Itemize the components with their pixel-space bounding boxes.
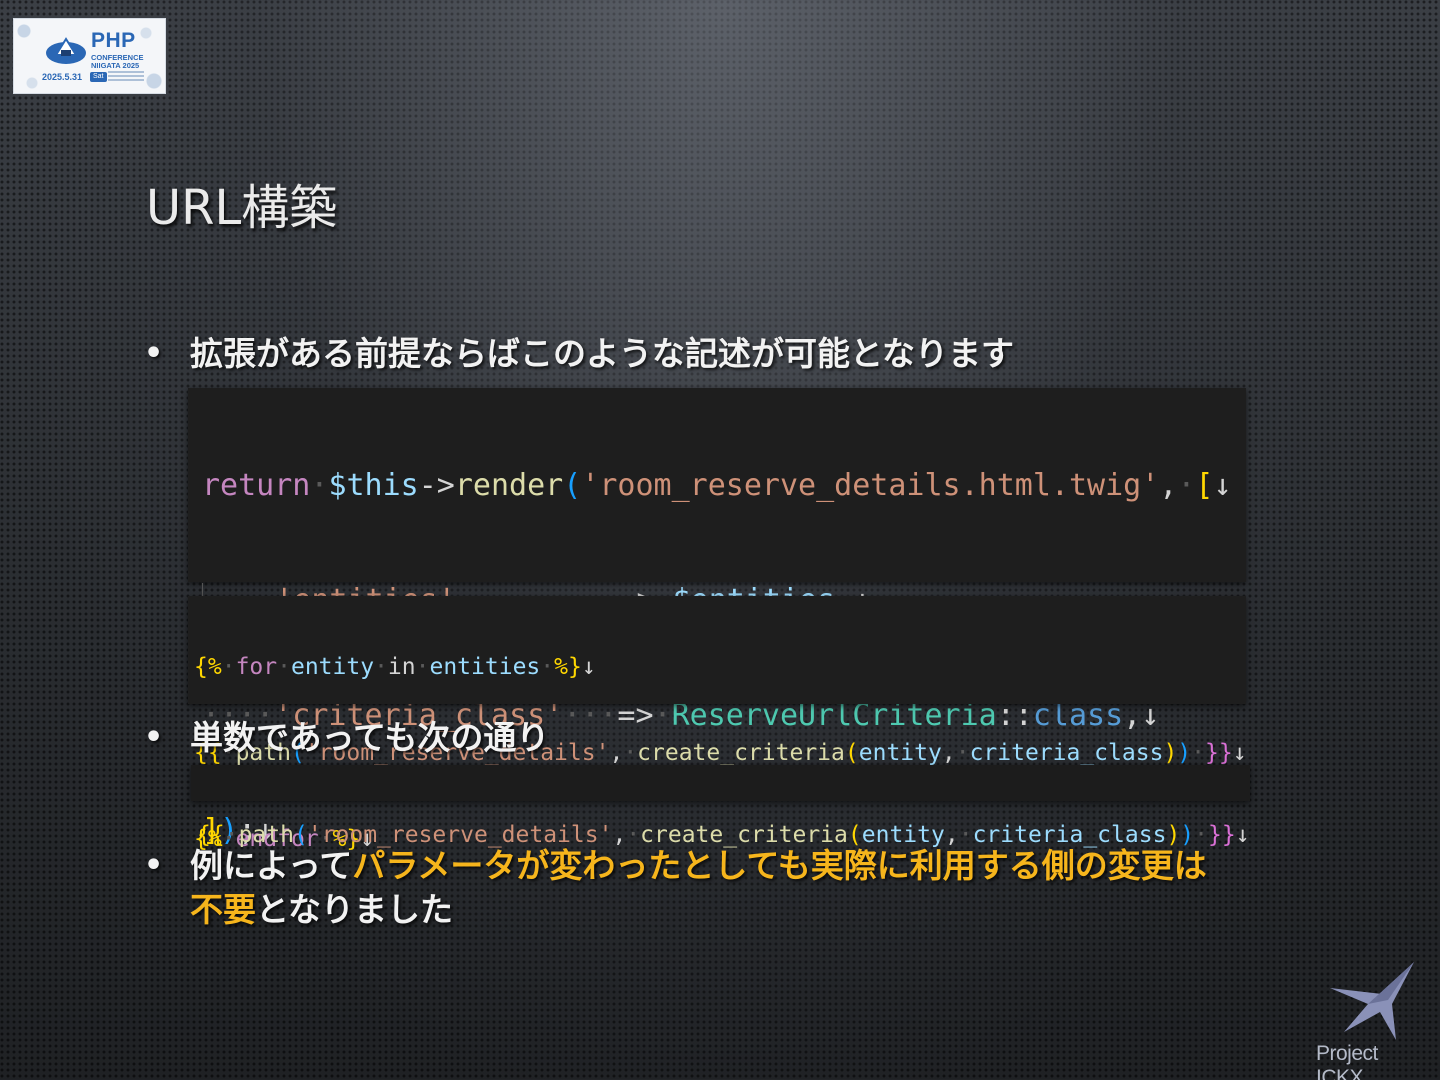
code-token: 'room_reserve_details.html.twig' xyxy=(581,468,1160,503)
code-token: , xyxy=(941,740,956,766)
line-break-icon: ↓ xyxy=(1213,468,1232,503)
bullet-line-1: 例によってパラメータが変わったとしても実際に利用する側の変更は xyxy=(190,844,1207,888)
code-block-php: return·$this->render('room_reserve_detai… xyxy=(188,388,1246,848)
bullet-dot-icon: • xyxy=(144,848,164,883)
logo-day-badge: Sat xyxy=(90,72,107,82)
code-token: criteria_class xyxy=(969,740,1164,766)
code-token: }} xyxy=(1208,822,1236,848)
code-token: ( xyxy=(563,468,582,503)
arrow-bird-logo-icon xyxy=(1330,962,1414,1040)
code-token: %} xyxy=(554,654,582,680)
bullet-text-2: 単数であっても次の通り xyxy=(190,718,550,757)
code-token: , xyxy=(609,740,624,766)
code-token: [ xyxy=(1195,468,1214,503)
code-token: in xyxy=(387,654,416,680)
code-token: render xyxy=(454,468,564,503)
brand-logo: Project ICKX xyxy=(1310,960,1430,1080)
line-break-icon: ↓ xyxy=(581,654,596,680)
onigiri-mascot-icon xyxy=(46,37,86,64)
code-token: , xyxy=(1159,468,1178,503)
code-token: entities xyxy=(429,654,541,680)
code-block-twig-single: {{·path('room_reserve_details',·create_c… xyxy=(191,765,1250,848)
brand-name: Project ICKX xyxy=(1316,1042,1378,1080)
slide-title: URL構築 xyxy=(146,180,338,236)
bullet-text-plain: となりました xyxy=(256,890,454,929)
code-token: -> xyxy=(418,468,455,503)
code-line: {%·for·entity·in·entities·%}↓ xyxy=(194,654,596,680)
code-token: $this xyxy=(328,468,419,503)
line-break-icon: ↓ xyxy=(1235,822,1250,848)
logo-venue-text xyxy=(108,71,144,82)
logo-subtitle-line-2: NIIGATA 2025 xyxy=(91,61,140,70)
line-break-icon: ↓ xyxy=(1232,740,1247,766)
bullet-item-2: • 単数であっても次の通り xyxy=(144,716,550,760)
code-token: create_criteria xyxy=(637,740,845,766)
logo-subtitle: CONFERENCE NIIGATA 2025 xyxy=(91,54,144,70)
code-token: ( xyxy=(844,740,859,766)
bullet-text-plain: 例によって xyxy=(190,846,353,885)
code-token: ) xyxy=(1163,740,1178,766)
bullet-item-1: • 拡張がある前提ならばこのような記述が可能となります xyxy=(144,332,1015,376)
bullet-dot-icon: • xyxy=(144,720,164,755)
logo-php-text: PHP xyxy=(91,29,136,52)
conference-logo: PHP CONFERENCE NIIGATA 2025 2025.5.31 Sa… xyxy=(13,18,166,94)
code-token: }} xyxy=(1205,740,1233,766)
code-token: return xyxy=(202,468,311,503)
bullet-line-2: 不要となりました xyxy=(190,888,1207,932)
bullet-text-highlight: 不要 xyxy=(190,890,256,929)
code-token: ) xyxy=(1177,740,1192,766)
code-line: return·$this->render('room_reserve_detai… xyxy=(202,468,1232,503)
code-token: entity xyxy=(858,740,942,766)
bullet-item-3: • 例によってパラメータが変わったとしても実際に利用する側の変更は 不要となりま… xyxy=(144,844,1207,932)
bullet-dot-icon: • xyxy=(144,336,164,371)
bullet-text-1: 拡張がある前提ならばこのような記述が可能となります xyxy=(190,334,1015,373)
code-token: for xyxy=(235,654,278,680)
bullet-text-highlight: パラメータが変わったとしても実際に利用する側の変更は xyxy=(352,846,1207,885)
code-token: entity xyxy=(290,654,375,680)
code-token: {% xyxy=(194,654,222,680)
logo-date: 2025.5.31 xyxy=(42,72,83,82)
code-block-twig-loop: {%·for·entity·in·entities·%}↓ {{·path('r… xyxy=(188,596,1247,852)
